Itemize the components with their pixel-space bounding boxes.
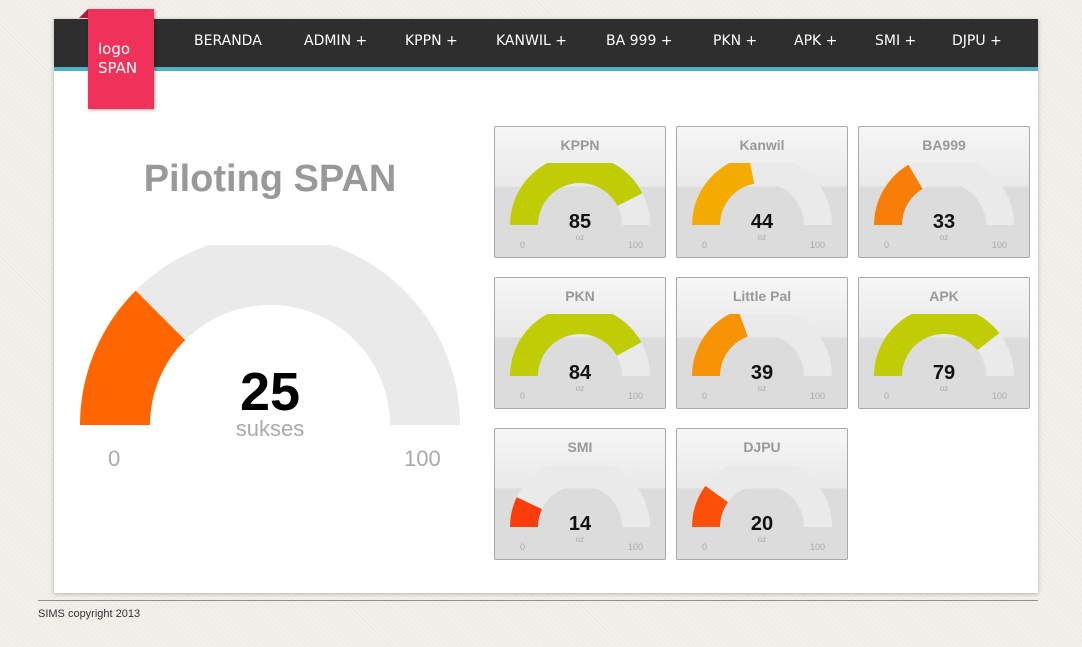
gauge-title: APK — [929, 288, 959, 304]
gauge-min-label: 0 — [702, 542, 708, 552]
gauge-title: DJPU — [743, 439, 781, 455]
gauge-title: SMI — [567, 439, 593, 455]
gauge-value: 79 — [932, 362, 956, 384]
gauge-unit: oz — [575, 535, 585, 544]
gauge-min-label: 0 — [884, 391, 890, 401]
gauge-max-label: 100 — [810, 391, 826, 401]
gauge-min-label: 0 — [884, 240, 890, 250]
gauge-max-label: 100 — [628, 391, 644, 401]
main-gauge-unit: sukses — [235, 416, 305, 441]
gauge-title: Little Pal — [732, 288, 792, 304]
footer-copyright: SIMS copyright 2013 — [38, 608, 141, 620]
gauge-max-label: 100 — [628, 542, 644, 552]
main-gauge-min-label: 0 — [108, 446, 121, 471]
footer-divider — [38, 600, 1038, 601]
gauge-tile-little-pal[interactable]: Little Pal 39 oz 0 100 — [676, 277, 848, 409]
gauge-value: 85 — [568, 211, 592, 233]
gauge-value: 84 — [568, 362, 592, 384]
nav-item-kanwil[interactable]: KANWIL + — [496, 19, 567, 67]
gauge-min-label: 0 — [520, 240, 526, 250]
gauge-tile-apk[interactable]: APK 79 oz 0 100 — [858, 277, 1030, 409]
main-gauge-max-label: 100 — [404, 446, 441, 471]
gauge-value: 44 — [750, 211, 774, 233]
gauge-unit: oz — [575, 233, 585, 242]
gauge-max-label: 100 — [992, 240, 1008, 250]
nav-item-smi[interactable]: SMI + — [875, 19, 916, 67]
gauge-unit: oz — [757, 535, 767, 544]
gauge-tile-kanwil[interactable]: Kanwil 44 oz 0 100 — [676, 126, 848, 258]
main-gauge-value: 25 — [239, 362, 301, 422]
gauge-title: BA999 — [922, 137, 966, 153]
gauge-unit: oz — [575, 384, 585, 393]
gauge-min-label: 0 — [702, 391, 708, 401]
gauge-tile-ba999[interactable]: BA999 33 oz 0 100 — [858, 126, 1030, 258]
logo-ribbon-fold — [79, 9, 88, 18]
nav-item-djpu[interactable]: DJPU + — [952, 19, 1002, 67]
nav-item-kppn[interactable]: KPPN + — [405, 19, 458, 67]
page-title: Piloting SPAN — [143, 158, 397, 200]
gauge-title: KPPN — [560, 137, 600, 153]
logo-text-line2: SPAN — [98, 59, 138, 77]
gauge-unit: oz — [939, 233, 949, 242]
gauge-unit: oz — [757, 384, 767, 393]
gauge-unit: oz — [757, 233, 767, 242]
gauge-value: 14 — [568, 513, 592, 535]
gauge-title: PKN — [565, 288, 595, 304]
nav-item-pkn[interactable]: PKN + — [713, 19, 757, 67]
gauge-tile-kppn[interactable]: KPPN 85 oz 0 100 — [494, 126, 666, 258]
nav-item-apk[interactable]: APK + — [794, 19, 837, 67]
gauge-tile-pkn[interactable]: PKN 84 oz 0 100 — [494, 277, 666, 409]
gauge-max-label: 100 — [628, 240, 644, 250]
nav-item-admin[interactable]: ADMIN + — [304, 19, 367, 67]
logo-text-line1: logo — [98, 40, 131, 58]
nav-item-beranda[interactable]: BERANDA — [194, 19, 262, 67]
gauge-max-label: 100 — [810, 240, 826, 250]
gauge-unit: oz — [939, 384, 949, 393]
gauge-tile-djpu[interactable]: DJPU 20 oz 0 100 — [676, 428, 848, 560]
top-navbar: BERANDA ADMIN + KPPN + KANWIL + BA 999 +… — [54, 19, 1038, 71]
gauge-min-label: 0 — [520, 542, 526, 552]
gauge-value: 20 — [750, 513, 774, 535]
logo[interactable]: logo SPAN — [88, 9, 154, 109]
gauge-max-label: 100 — [810, 542, 826, 552]
gauge-max-label: 100 — [992, 391, 1008, 401]
gauge-title: Kanwil — [739, 137, 785, 153]
gauge-min-label: 0 — [520, 391, 526, 401]
gauge-tile-smi[interactable]: SMI 14 oz 0 100 — [494, 428, 666, 560]
gauge-value: 33 — [932, 211, 956, 233]
gauge-value: 39 — [750, 362, 774, 384]
gauge-min-label: 0 — [702, 240, 708, 250]
nav-item-ba999[interactable]: BA 999 + — [606, 19, 673, 67]
